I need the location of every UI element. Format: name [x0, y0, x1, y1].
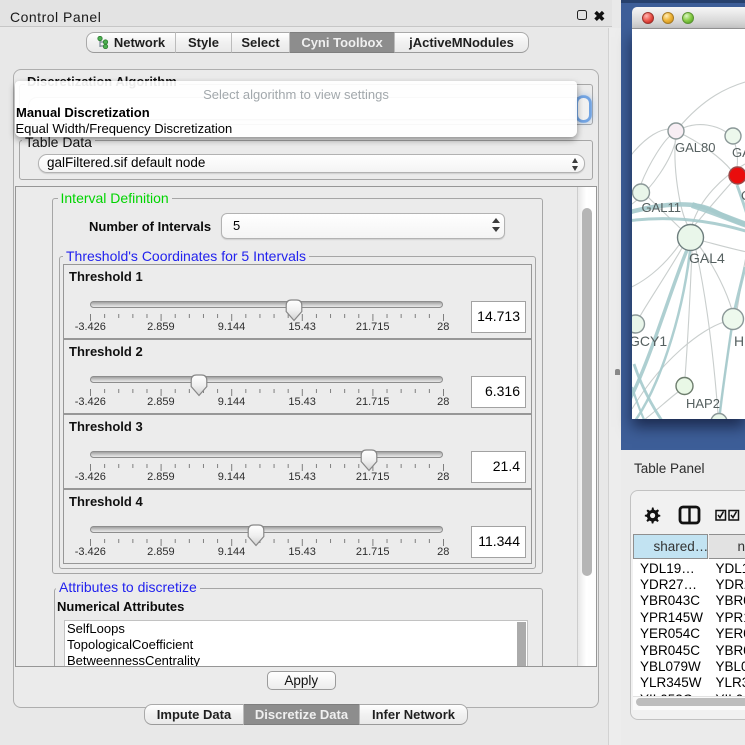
svg-text:HAP2: HAP2 [686, 396, 720, 411]
svg-text:GA: GA [732, 145, 745, 160]
svg-text:GAL4: GAL4 [689, 250, 725, 266]
svg-text:GCY1: GCY1 [632, 333, 667, 349]
svg-text:GAL80: GAL80 [675, 140, 715, 155]
svg-text:H: H [734, 333, 744, 349]
svg-text:C: C [741, 188, 745, 203]
svg-text:GAL11: GAL11 [642, 200, 682, 215]
